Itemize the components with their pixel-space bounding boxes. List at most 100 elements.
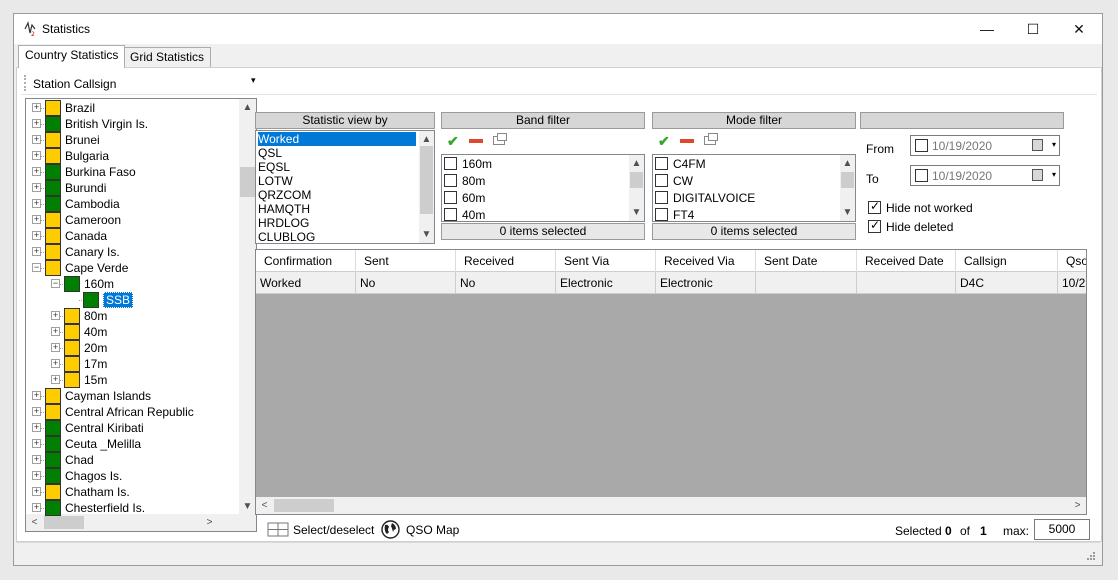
qso-grid[interactable]: Confirmation Sent Received Sent Via Received… <box>255 249 1087 515</box>
expand-icon[interactable]: + <box>51 311 60 320</box>
option-checkbox[interactable] <box>655 157 668 170</box>
tree-item-label[interactable]: 17m <box>84 357 107 371</box>
tree-item-label[interactable]: SSB <box>103 292 134 308</box>
grid-horizontal-scrollbar[interactable]: < > <box>256 497 1086 514</box>
tree-vertical-scrollbar[interactable]: ▲ ▼ <box>239 99 256 515</box>
tree-item-label[interactable]: 15m <box>84 373 107 387</box>
tree-item[interactable]: + Canary Is. <box>26 244 236 260</box>
tree-item[interactable]: + Ceuta _Melilla <box>26 436 236 452</box>
scroll-down-arrow[interactable]: ▼ <box>419 226 434 243</box>
tree-item-label[interactable]: British Virgin Is. <box>65 117 148 131</box>
statistic-view-option[interactable]: CLUBLOG <box>258 230 315 243</box>
band-filter-option[interactable]: 160m <box>444 156 492 173</box>
from-date-checkbox[interactable] <box>915 139 928 152</box>
calendar-icon[interactable] <box>1032 139 1043 151</box>
band-filter-scroll-thumb[interactable] <box>630 172 643 188</box>
tree-item[interactable]: + Cameroon <box>26 212 236 228</box>
statistic-view-option[interactable]: LOTW <box>258 174 293 188</box>
tree-item[interactable]: + Central Kiribati <box>26 420 236 436</box>
mode-filter-scrollbar[interactable]: ▲ ▼ <box>840 155 855 221</box>
expand-icon[interactable]: + <box>32 151 41 160</box>
expand-icon[interactable]: + <box>32 503 41 512</box>
tree-item[interactable]: + Cambodia <box>26 196 236 212</box>
select-deselect-button[interactable]: Select/deselect <box>263 521 378 539</box>
collapse-icon[interactable]: − <box>51 279 60 288</box>
maximize-button[interactable]: ☐ <box>1010 14 1056 44</box>
column-header[interactable]: Received <box>456 250 556 272</box>
tree-item-label[interactable]: Cayman Islands <box>65 389 151 403</box>
minimize-button[interactable]: — <box>964 14 1010 44</box>
expand-icon[interactable]: + <box>32 391 41 400</box>
chevron-down-icon[interactable]: ▾ <box>251 75 256 86</box>
uncheck-all-icon[interactable] <box>469 139 483 143</box>
column-header[interactable]: Received Via <box>656 250 756 272</box>
column-header[interactable]: Callsign <box>956 250 1058 272</box>
expand-icon[interactable]: + <box>32 119 41 128</box>
tree-item[interactable]: + Bulgaria <box>26 148 236 164</box>
scroll-down-arrow[interactable]: ▼ <box>239 498 256 515</box>
tree-item[interactable]: +17m <box>26 356 236 372</box>
mode-filter-option[interactable]: CW <box>655 173 693 190</box>
expand-icon[interactable]: + <box>32 215 41 224</box>
resize-grip-icon[interactable] <box>1086 551 1096 561</box>
expand-icon[interactable]: + <box>32 471 41 480</box>
check-all-icon[interactable]: ✔ <box>658 133 670 150</box>
hide-not-worked-option[interactable]: Hide not worked <box>868 199 973 215</box>
statistic-view-option[interactable]: QRZCOM <box>258 188 311 202</box>
tree-item[interactable]: − Cape Verde <box>26 260 236 276</box>
tree-item[interactable]: + Brazil <box>26 100 236 116</box>
copy-icon[interactable] <box>704 133 718 145</box>
tree-item[interactable]: +80m <box>26 308 236 324</box>
tree-item-label[interactable]: Burkina Faso <box>65 165 136 179</box>
scroll-left-arrow[interactable]: < <box>256 497 273 514</box>
hide-deleted-checkbox[interactable] <box>868 218 881 233</box>
tree-item-label[interactable]: Burundi <box>65 181 106 195</box>
copy-icon[interactable] <box>493 133 507 145</box>
tree-item-label[interactable]: Cape Verde <box>65 261 128 275</box>
tree-item[interactable]: + Chesterfield Is. <box>26 500 236 516</box>
tree-item-label[interactable]: Chesterfield Is. <box>65 501 145 515</box>
scroll-down-arrow[interactable]: ▼ <box>840 204 855 221</box>
table-row[interactable]: WorkedNoNoElectronicElectronicD4C10/27 <box>256 272 1086 294</box>
expand-icon[interactable]: + <box>32 455 41 464</box>
tab-country-statistics[interactable]: Country Statistics <box>18 45 126 68</box>
statistic-view-scroll-thumb[interactable] <box>420 146 433 214</box>
scroll-up-arrow[interactable]: ▲ <box>840 155 855 172</box>
tree-item-label[interactable]: Canary Is. <box>65 245 120 259</box>
statistic-view-option[interactable]: EQSL <box>258 160 290 174</box>
expand-icon[interactable]: + <box>32 183 41 192</box>
tree-item[interactable]: + Brunei <box>26 132 236 148</box>
expand-icon[interactable]: + <box>32 167 41 176</box>
scroll-left-arrow[interactable]: < <box>26 514 43 531</box>
mode-filter-option[interactable]: DIGITALVOICE <box>655 190 755 207</box>
option-checkbox[interactable] <box>444 208 457 221</box>
tree-scroll-thumb[interactable] <box>240 167 255 197</box>
statistic-view-list[interactable]: ▲ ▼ Worked QSL EQSL LOTW QRZCOM HAMQTH HRDLOG C… <box>255 130 435 244</box>
hide-deleted-option[interactable]: Hide deleted <box>868 218 953 234</box>
tree-item[interactable]: SSB <box>26 292 236 308</box>
option-checkbox[interactable] <box>444 191 457 204</box>
mode-filter-option[interactable]: FT4 <box>655 207 694 221</box>
option-checkbox[interactable] <box>655 174 668 187</box>
statistic-view-option[interactable]: Worked <box>258 132 416 146</box>
expand-icon[interactable]: + <box>32 231 41 240</box>
statistic-view-option[interactable]: HRDLOG <box>258 216 309 230</box>
station-callsign-dropdown[interactable]: Station Callsign <box>33 77 116 91</box>
expand-icon[interactable]: + <box>32 199 41 208</box>
calendar-icon[interactable] <box>1032 169 1043 181</box>
scroll-right-arrow[interactable]: > <box>1069 497 1086 514</box>
mode-filter-list[interactable]: ▲ ▼ C4FM CW DIGITALVOICE FT4 <box>652 154 856 222</box>
tree-item-label[interactable]: Brazil <box>65 101 95 115</box>
tree-horizontal-scrollbar[interactable]: < > <box>26 514 256 531</box>
column-header[interactable]: Confirmation <box>256 250 356 272</box>
tree-item-label[interactable]: Ceuta _Melilla <box>65 437 141 451</box>
max-input[interactable]: 5000 <box>1034 519 1090 540</box>
tree-item[interactable]: + Burkina Faso <box>26 164 236 180</box>
band-filter-option[interactable]: 40m <box>444 207 485 221</box>
band-filter-option[interactable]: 80m <box>444 173 485 190</box>
uncheck-all-icon[interactable] <box>680 139 694 143</box>
column-header[interactable]: Qso D <box>1058 250 1086 272</box>
to-date-checkbox[interactable] <box>915 169 928 182</box>
tree-item-label[interactable]: 160m <box>84 277 114 291</box>
chevron-down-icon[interactable]: ▾ <box>1052 140 1056 149</box>
